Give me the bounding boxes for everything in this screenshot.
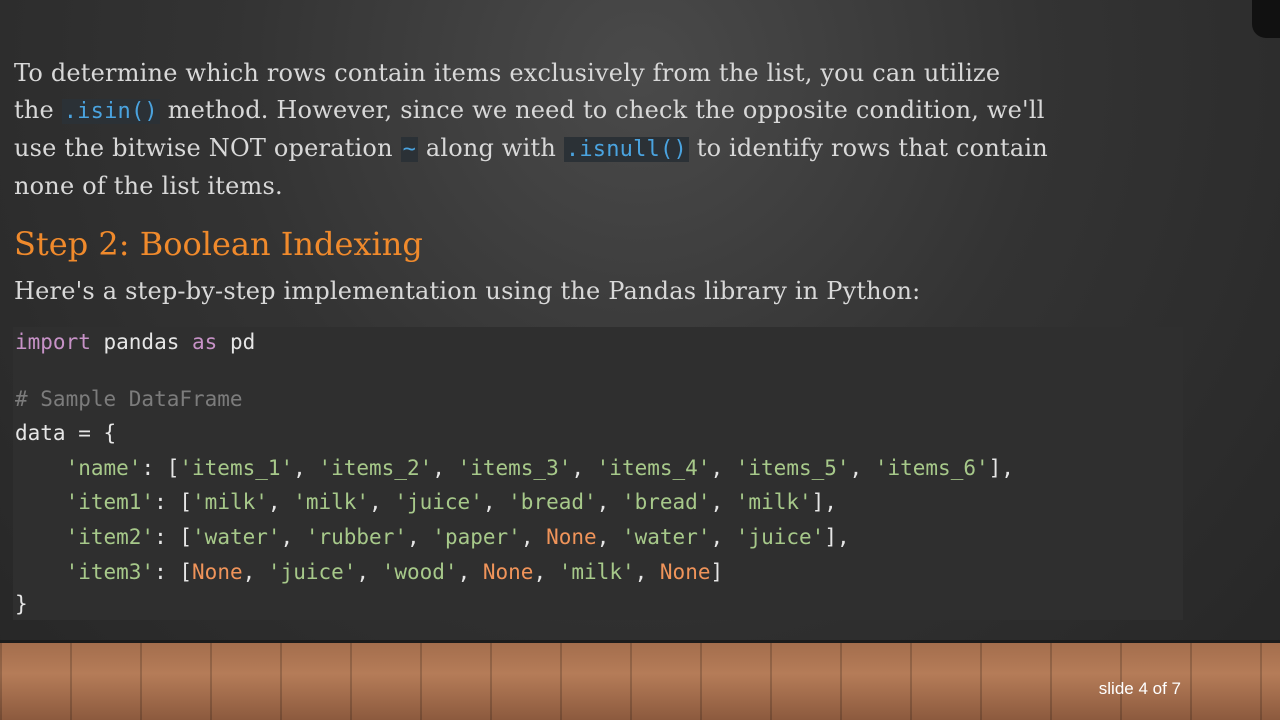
string-literal: 'juice'	[267, 560, 357, 584]
code-line: }	[15, 589, 28, 619]
intro-text: Here's a step-by-step implementation usi…	[14, 277, 921, 305]
paragraph-line-2: the .isin() method. However, since we ne…	[14, 92, 1194, 130]
code-line: 'item2': ['water', 'rubber', 'paper', No…	[15, 522, 850, 552]
code-block[interactable]: import pandas as pd # Sample DataFrame d…	[13, 327, 1183, 620]
wood-floor-background	[0, 643, 1280, 720]
string-literal: 'items_4'	[596, 456, 711, 480]
paragraph-text: the	[14, 96, 62, 124]
inline-code-isnull: .isnull()	[563, 137, 689, 162]
string-literal: 'items_5'	[735, 456, 850, 480]
string-literal: 'bread'	[621, 490, 711, 514]
separator: ,	[267, 490, 294, 514]
separator: ,	[242, 560, 268, 584]
section-heading: Step 2: Boolean Indexing	[14, 225, 423, 263]
keyword: import	[15, 330, 91, 354]
string-literal: 'water'	[192, 525, 281, 549]
separator: ,	[596, 525, 622, 549]
string-literal: 'wood'	[381, 560, 458, 584]
none-literal: None	[659, 560, 711, 584]
inline-code-tilde: ~	[400, 137, 419, 162]
code-text: : [	[141, 456, 180, 480]
string-literal: 'water'	[621, 525, 711, 549]
separator: ,	[356, 560, 382, 584]
code-line: 'name': ['items_1', 'items_2', 'items_3'…	[15, 453, 1014, 483]
corner-decoration	[1252, 0, 1280, 38]
keyword: as	[192, 330, 218, 354]
code-text: ],	[811, 490, 837, 514]
separator: ,	[710, 525, 736, 549]
code-line: import pandas as pd	[15, 327, 255, 357]
string-literal: 'milk'	[293, 490, 370, 514]
separator: ,	[520, 525, 547, 549]
paragraph-text: along with	[418, 134, 564, 162]
string-literal: 'milk'	[735, 490, 812, 514]
dict-key: 'item1'	[65, 490, 155, 514]
string-literal: 'items_3'	[457, 456, 572, 480]
separator: ,	[596, 490, 622, 514]
code-line: data = {	[15, 418, 116, 448]
separator: ,	[482, 490, 509, 514]
code-text: : [	[154, 525, 193, 549]
separator: ,	[457, 560, 483, 584]
string-literal: 'milk'	[558, 560, 635, 584]
separator: ,	[710, 456, 736, 480]
none-literal: None	[192, 560, 243, 584]
dict-key: 'name'	[65, 456, 142, 480]
paragraph-text: method. However, since we need to check …	[159, 96, 1045, 124]
string-literal: 'items_2'	[318, 456, 433, 480]
dict-key: 'item2'	[65, 525, 155, 549]
string-literal: 'items_1'	[179, 456, 294, 480]
separator: ,	[634, 560, 660, 584]
string-literal: 'juice'	[394, 490, 483, 514]
slide-number: slide 4 of 7	[1098, 679, 1181, 698]
none-literal: None	[482, 560, 534, 584]
code-text: : [	[154, 490, 193, 514]
string-literal: 'bread'	[508, 490, 597, 514]
dict-key: 'item3'	[65, 560, 155, 584]
paragraph-line-3: use the bitwise NOT operation ~ along wi…	[14, 130, 1194, 168]
code-text: ],	[824, 525, 850, 549]
code-text: ]	[710, 560, 724, 584]
separator: ,	[280, 525, 306, 549]
inline-code-isin: .isin()	[61, 99, 160, 124]
separator: ,	[571, 456, 597, 480]
paragraph-text: use the bitwise NOT operation	[14, 134, 401, 162]
none-literal: None	[546, 525, 597, 549]
string-literal: 'milk'	[192, 490, 268, 514]
string-literal: 'paper'	[432, 525, 521, 549]
code-text: ],	[988, 456, 1014, 480]
code-line: # Sample DataFrame	[15, 384, 243, 414]
code-comment: # Sample DataFrame	[15, 387, 243, 411]
separator: ,	[849, 456, 875, 480]
code-text: : [	[154, 560, 193, 584]
code-text: }	[15, 592, 28, 616]
string-literal: 'items_6'	[874, 456, 989, 480]
separator: ,	[432, 456, 458, 480]
paragraph-line-4: none of the list items.	[14, 168, 1194, 205]
separator: ,	[407, 525, 433, 549]
explanation-paragraph: To determine which rows contain items ex…	[14, 55, 1194, 205]
separator: ,	[533, 560, 559, 584]
paragraph-line-1: To determine which rows contain items ex…	[14, 55, 1194, 92]
code-text: data = {	[15, 421, 117, 445]
paragraph-text: to identify rows that contain	[688, 134, 1048, 162]
separator: ,	[369, 490, 395, 514]
string-literal: 'juice'	[735, 525, 825, 549]
paragraph-text: none of the list items.	[14, 172, 283, 200]
paragraph-text: To determine which rows contain items ex…	[14, 59, 1001, 87]
code-line: 'item3': [None, 'juice', 'wood', None, '…	[15, 557, 724, 587]
code-line: 'item1': ['milk', 'milk', 'juice', 'brea…	[15, 487, 837, 517]
separator: ,	[293, 456, 319, 480]
separator: ,	[710, 490, 736, 514]
code-text: pd	[217, 330, 256, 354]
string-literal: 'rubber'	[305, 525, 407, 549]
code-text: pandas	[90, 330, 193, 354]
